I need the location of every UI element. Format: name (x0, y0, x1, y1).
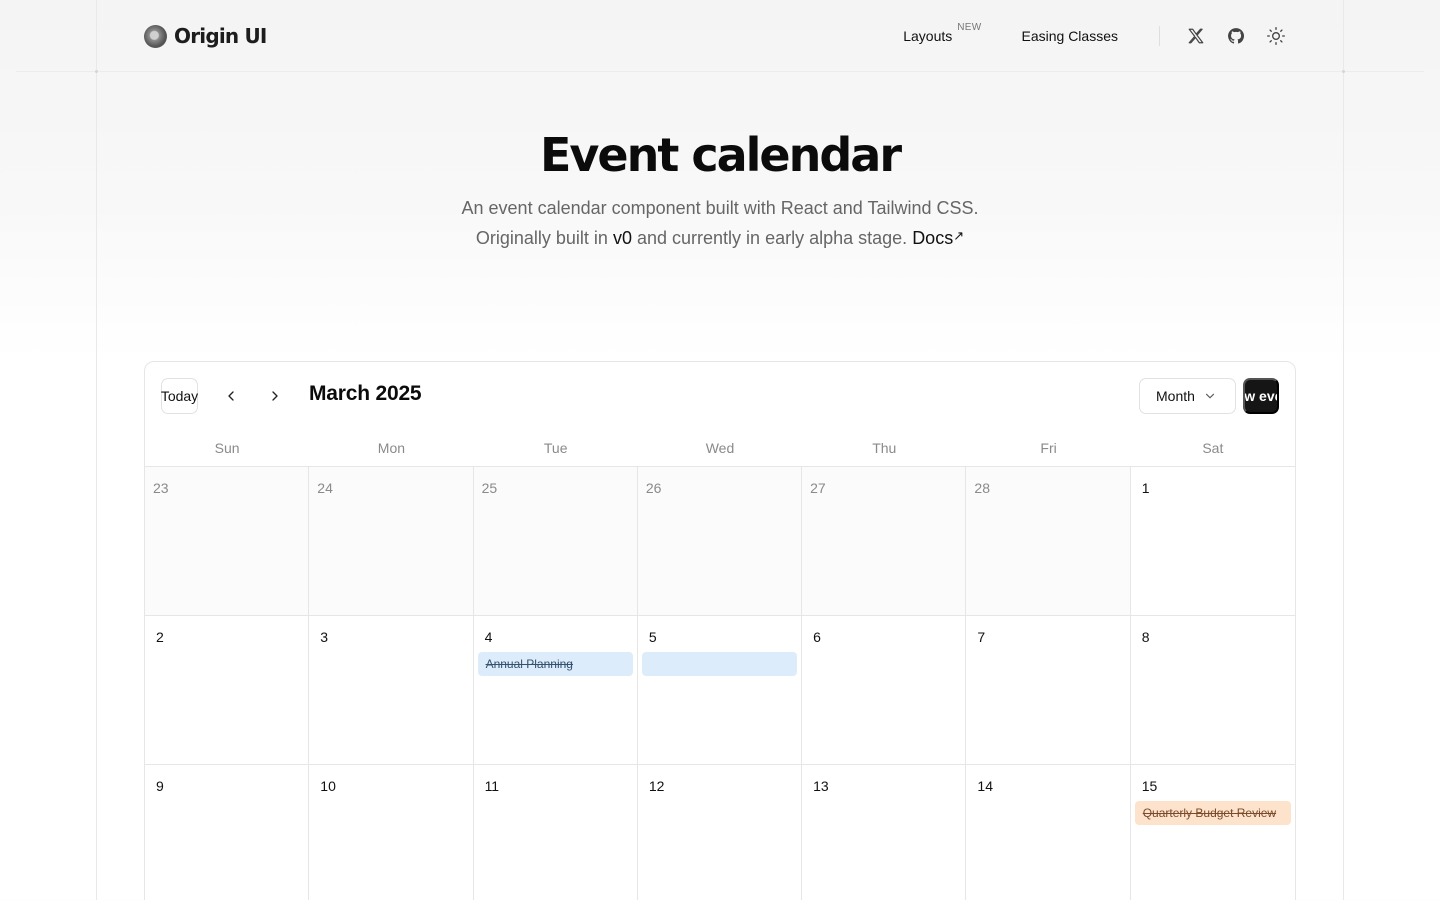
day-number: 12 (648, 778, 665, 794)
frame-dot-left (95, 70, 98, 73)
day-number: 27 (810, 480, 826, 496)
day-number: 23 (153, 480, 169, 496)
day-cell[interactable]: 3 (309, 616, 474, 765)
day-cell[interactable]: 10 (309, 765, 474, 900)
day-cell[interactable]: 5 (637, 616, 803, 765)
subtitle-line-2: Originally built in v0 and currently in … (0, 222, 1440, 252)
day-number: 4 (484, 629, 493, 645)
logo[interactable]: Origin UI (144, 24, 267, 48)
day-number: 6 (813, 629, 821, 645)
weekday-label: Thu (872, 440, 897, 456)
day-cell[interactable]: 9 (145, 765, 310, 900)
day-number: 3 (320, 629, 329, 645)
day-number: 2 (156, 629, 164, 645)
day-cell[interactable]: 4 Annual Planning (473, 616, 638, 765)
logo-text: Origin UI (174, 24, 267, 48)
day-number: 1 (1141, 480, 1150, 496)
month-grid: 23 24 25 26 27 28 1 2 3 4 Annual Planning 5 6 7 8 9 10 11… (145, 467, 1295, 900)
day-cell[interactable]: 13 (802, 765, 967, 900)
view-select-value: Month (1156, 388, 1195, 404)
new-badge: NEW (957, 22, 982, 33)
subtitle-line-1: An event calendar component built with R… (461, 198, 979, 218)
header-divider (16, 71, 1424, 72)
day-number: 5 (648, 629, 657, 645)
nav-link-label: Layouts (903, 28, 953, 44)
day-cell[interactable]: 6 (802, 616, 967, 765)
day-number: 7 (977, 629, 986, 645)
next-month-button[interactable] (257, 378, 293, 414)
event-chip[interactable]: Annual Planning (477, 652, 633, 676)
weekday-header: Sun Mon Tue Wed Thu Fri Sat (145, 430, 1295, 467)
day-number: 26 (645, 480, 662, 496)
page-title: Event calendar (539, 128, 902, 182)
nav-link-easing-classes[interactable]: Easing Classes (1022, 28, 1119, 44)
day-number: 10 (320, 778, 336, 794)
day-cell[interactable]: 24 (309, 467, 474, 616)
nav-separator (1159, 26, 1160, 46)
site-header: Origin UI Layouts NEW Easing Classes (144, 20, 1296, 52)
event-calendar: Today March 2025 Month New event Sun Mon T… (144, 361, 1296, 900)
weekday-label: Sat (1202, 440, 1224, 456)
day-number: 9 (156, 778, 164, 794)
day-number: 15 (1141, 778, 1158, 794)
today-button[interactable]: Today (161, 378, 198, 414)
day-cell[interactable]: 2 (145, 616, 310, 765)
chevron-down-icon (1205, 393, 1215, 399)
new-event-button[interactable]: New event (1243, 378, 1279, 414)
nav-link-layouts[interactable]: Layouts NEW (903, 22, 981, 44)
logo-mark-icon (144, 24, 167, 48)
day-cell[interactable]: 28 (966, 467, 1131, 616)
calendar-toolbar: Today March 2025 Month New event (145, 362, 1295, 430)
event-chip[interactable]: Quarterly Budget Review (1134, 801, 1291, 825)
x-logo-icon[interactable] (1176, 20, 1216, 52)
day-number: 14 (977, 778, 993, 794)
nav-link-label: Easing Classes (1021, 28, 1119, 44)
day-cell[interactable]: 8 (1130, 616, 1295, 765)
day-number: 24 (317, 480, 333, 496)
frame-dot-right (1342, 70, 1345, 73)
day-cell[interactable]: 11 (473, 765, 638, 900)
weekday-label: Mon (377, 440, 406, 456)
weekday-label: Tue (543, 440, 568, 456)
day-cell[interactable]: 15 Quarterly Budget Review (1130, 765, 1295, 900)
weekday-label: Wed (705, 440, 735, 456)
day-cell[interactable]: 23 (145, 467, 310, 616)
v0-link[interactable]: v0 (613, 228, 632, 248)
day-cell[interactable]: 14 (966, 765, 1131, 900)
day-number: 25 (481, 480, 498, 496)
day-cell[interactable]: 27 (802, 467, 967, 616)
day-cell[interactable]: 12 (637, 765, 803, 900)
github-icon[interactable] (1216, 20, 1256, 52)
docs-link[interactable]: Docs↗ (912, 228, 964, 248)
day-cell[interactable]: 25 (473, 467, 638, 616)
day-number: 8 (1141, 629, 1150, 645)
day-number: 13 (813, 778, 829, 794)
day-cell[interactable]: 7 (966, 616, 1131, 765)
chevron-left-icon (228, 391, 234, 401)
chevron-right-icon (272, 391, 278, 401)
page-subtitle: An event calendar component built with R… (0, 194, 1440, 252)
day-cell[interactable]: 1 (1130, 467, 1295, 616)
event-chip[interactable] (641, 652, 798, 676)
subtitle-text: and currently in early alpha stage. (637, 228, 908, 248)
view-select[interactable]: Month (1139, 378, 1236, 414)
arrow-up-right-icon: ↗ (953, 228, 965, 243)
weekday-label: Fri (1040, 440, 1057, 456)
day-number: 11 (484, 778, 500, 794)
subtitle-text: Originally built in (475, 228, 608, 248)
day-cell[interactable]: 26 (637, 467, 803, 616)
previous-month-button[interactable] (213, 378, 249, 414)
current-month-label: March 2025 (309, 382, 422, 405)
weekday-label: Sun (214, 440, 240, 456)
sun-icon[interactable] (1256, 20, 1296, 52)
docs-link-label: Docs (912, 228, 954, 248)
top-nav: Layouts NEW Easing Classes (903, 20, 1296, 52)
day-number: 28 (974, 480, 990, 496)
